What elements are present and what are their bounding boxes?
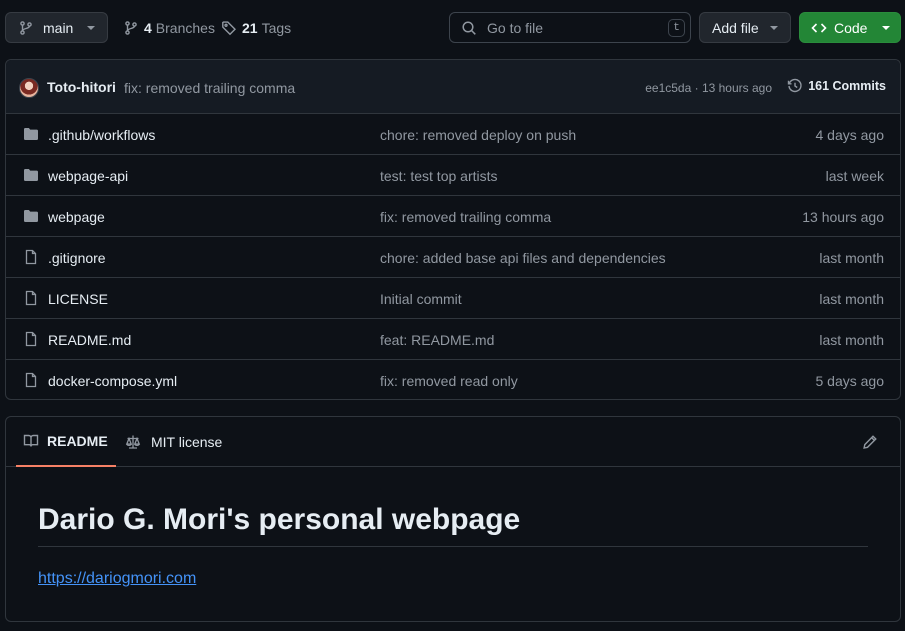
law-icon xyxy=(125,435,141,449)
file-name[interactable]: README.md xyxy=(48,332,131,348)
git-branch-icon xyxy=(125,20,137,35)
file-commit-date: 5 days ago xyxy=(815,373,885,389)
file-icon xyxy=(25,331,37,347)
branch-selector[interactable]: main xyxy=(5,12,108,43)
commits-count: 161 Commits xyxy=(808,79,886,93)
file-commit-message[interactable]: chore: added base api files and dependen… xyxy=(380,250,666,266)
folder-icon xyxy=(24,210,38,222)
readme-panel: README MIT license Dario G. Mori's perso… xyxy=(5,416,901,622)
code-button[interactable]: Code xyxy=(799,12,901,43)
file-row[interactable]: LICENSE Initial commit last month xyxy=(6,278,900,319)
file-commit-message[interactable]: chore: removed deploy on push xyxy=(380,127,576,143)
code-label: Code xyxy=(834,19,868,36)
file-commit-date: last week xyxy=(825,168,884,184)
chevron-down-icon xyxy=(770,26,778,30)
tab-readme[interactable]: README xyxy=(16,417,116,467)
branch-name: main xyxy=(43,19,74,36)
commit-author[interactable]: Toto-hitori xyxy=(47,79,116,95)
add-file-button[interactable]: Add file xyxy=(699,12,791,43)
chevron-down-icon xyxy=(87,26,95,30)
tab-readme-label: README xyxy=(47,433,108,449)
commits-link[interactable]: 161 Commits xyxy=(787,78,886,94)
pencil-icon[interactable] xyxy=(862,434,878,450)
file-icon xyxy=(25,372,37,388)
tag-icon xyxy=(222,20,236,35)
file-commit-date: 4 days ago xyxy=(815,127,885,143)
repo-page: main 4 Branches 21 Tags Go to file t Add… xyxy=(0,0,905,631)
file-name[interactable]: .gitignore xyxy=(48,250,106,266)
latest-commit-bar: Toto-hitori fix: removed trailing comma … xyxy=(6,60,900,114)
go-to-file-input[interactable]: Go to file t xyxy=(449,12,691,43)
file-name[interactable]: webpage xyxy=(48,209,105,225)
file-row[interactable]: docker-compose.yml fix: removed read onl… xyxy=(6,360,900,399)
tags-count: 21 xyxy=(242,19,258,36)
tags-label: Tags xyxy=(261,19,292,36)
branches-label: Branches xyxy=(155,19,215,36)
file-commit-date: last month xyxy=(819,250,884,266)
commit-message[interactable]: fix: removed trailing comma xyxy=(124,80,295,96)
book-icon xyxy=(23,434,39,447)
search-icon xyxy=(462,20,476,35)
file-commit-message[interactable]: feat: README.md xyxy=(380,332,494,348)
file-commit-message[interactable]: Initial commit xyxy=(380,291,462,307)
readme-tabs: README MIT license xyxy=(6,417,900,467)
file-icon xyxy=(25,290,37,306)
file-icon xyxy=(25,249,37,265)
tags-link[interactable]: 21 Tags xyxy=(221,12,291,43)
file-row[interactable]: webpage-api test: test top artists last … xyxy=(6,155,900,196)
code-icon xyxy=(811,22,827,33)
keyboard-shortcut-hint: t xyxy=(668,19,685,37)
file-row[interactable]: .github/workflows chore: removed deploy … xyxy=(6,114,900,155)
file-commit-message[interactable]: test: test top artists xyxy=(380,168,498,184)
search-placeholder: Go to file xyxy=(487,19,544,36)
file-row[interactable]: README.md feat: README.md last month xyxy=(6,319,900,360)
add-file-label: Add file xyxy=(712,19,759,36)
readme-title: Dario G. Mori's personal webpage xyxy=(38,503,868,547)
folder-icon xyxy=(24,169,38,181)
branches-link[interactable]: 4 Branches xyxy=(123,12,215,43)
avatar[interactable] xyxy=(19,78,39,98)
file-commit-message[interactable]: fix: removed read only xyxy=(380,373,518,389)
file-name[interactable]: .github/workflows xyxy=(48,127,155,143)
file-row[interactable]: .gitignore chore: added base api files a… xyxy=(6,237,900,278)
file-commit-date: 13 hours ago xyxy=(802,209,884,225)
homepage-link[interactable]: https://dariogmori.com xyxy=(38,570,196,588)
commit-hash-time[interactable]: ee1c5da · 13 hours ago xyxy=(645,81,772,95)
file-commit-message[interactable]: fix: removed trailing comma xyxy=(380,209,551,225)
file-row[interactable]: webpage fix: removed trailing comma 13 h… xyxy=(6,196,900,237)
file-commit-date: last month xyxy=(819,332,884,348)
repo-toolbar: main 4 Branches 21 Tags Go to file t Add… xyxy=(5,12,901,43)
file-name[interactable]: webpage-api xyxy=(48,168,128,184)
file-browser: Toto-hitori fix: removed trailing comma … xyxy=(5,59,901,400)
history-icon xyxy=(787,78,802,93)
chevron-down-icon xyxy=(882,26,890,30)
tab-license[interactable]: MIT license xyxy=(125,417,222,466)
file-commit-date: last month xyxy=(819,291,884,307)
folder-icon xyxy=(24,128,38,140)
file-name[interactable]: docker-compose.yml xyxy=(48,373,177,389)
branch-icon xyxy=(20,20,32,35)
file-name[interactable]: LICENSE xyxy=(48,291,108,307)
branches-count: 4 xyxy=(144,19,152,36)
tab-license-label: MIT license xyxy=(151,433,223,450)
